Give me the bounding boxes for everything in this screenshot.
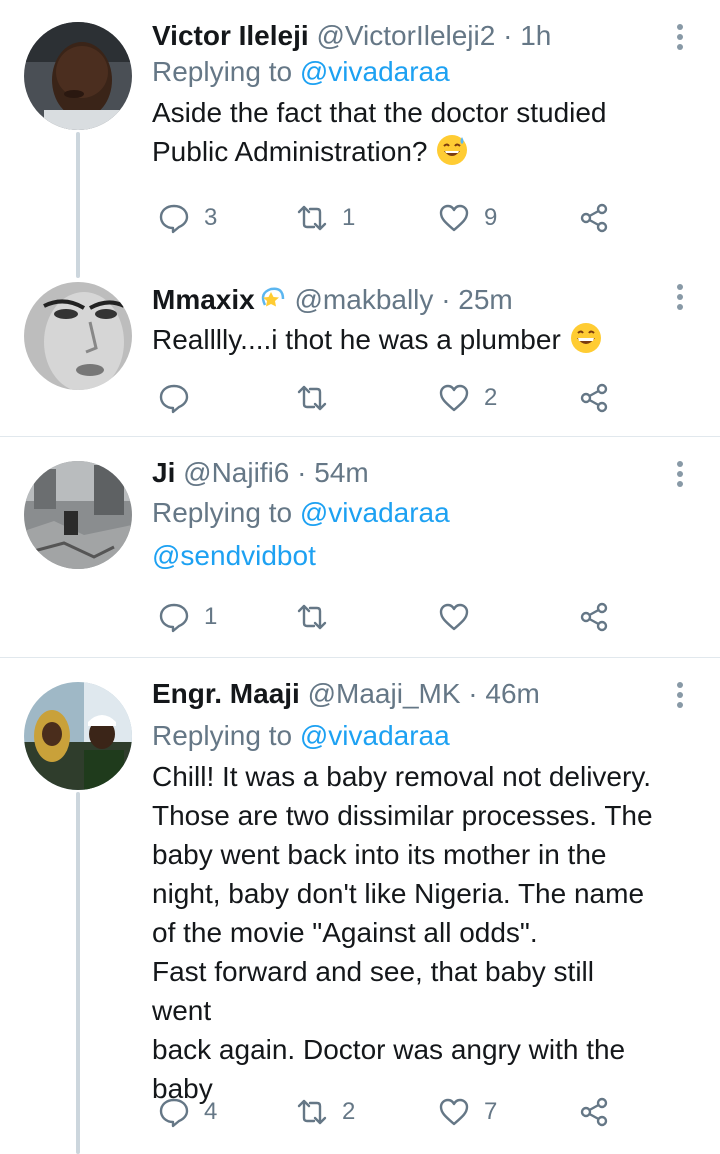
avatar[interactable] <box>24 282 132 390</box>
retweet-icon <box>297 205 327 231</box>
like-button[interactable]: 9 <box>438 198 497 238</box>
reply-bubble-icon <box>159 1098 189 1128</box>
tweet-text: Aside the fact that the doctor studied P… <box>152 97 607 167</box>
retweet-button[interactable]: 1 <box>296 198 355 238</box>
thread-line <box>76 132 80 278</box>
display-name[interactable]: Mmaxix <box>152 284 255 315</box>
reply-count: 4 <box>204 1098 218 1125</box>
display-name[interactable]: Ji <box>152 457 175 488</box>
handle[interactable]: @Najifi6 <box>183 457 289 488</box>
reply-button[interactable]: 4 <box>158 1092 217 1132</box>
tweet-text: Chill! It was a baby removal not deliver… <box>152 761 653 1104</box>
timestamp[interactable]: · 1h <box>503 20 551 51</box>
tweet-actions: 1 <box>152 597 652 637</box>
retweet-button[interactable] <box>296 597 342 637</box>
heart-icon <box>439 1098 469 1126</box>
retweet-button[interactable]: 2 <box>296 1092 355 1132</box>
share-icon <box>580 203 608 233</box>
share-icon <box>580 602 608 632</box>
tweet-header: Engr. Maaji @Maaji_MK · 46m <box>152 676 660 712</box>
share-icon <box>580 383 608 413</box>
tweet[interactable]: Mmaxix @makbally · 25m Realllly....i tho… <box>0 270 720 436</box>
avatar[interactable] <box>24 682 132 790</box>
more-vertical-icon[interactable] <box>670 461 690 491</box>
tweet-actions: 2 <box>152 378 652 418</box>
share-button[interactable] <box>578 198 610 238</box>
more-vertical-icon[interactable] <box>670 24 690 54</box>
reply-count: 1 <box>204 603 218 630</box>
tweet-header: Mmaxix @makbally · 25m <box>152 282 660 318</box>
tweet-header: Victor Ileleji @VictorIleleji2 · 1h <box>152 18 660 54</box>
more-vertical-icon[interactable] <box>670 284 690 314</box>
mention-link[interactable]: @vivadaraa <box>300 56 450 87</box>
reply-bubble-icon <box>159 204 189 234</box>
like-button[interactable]: 7 <box>438 1092 497 1132</box>
handle[interactable]: @makbally <box>295 284 434 315</box>
replying-to: Replying to @vivadaraa <box>152 497 450 528</box>
tweet-actions: 3 1 9 <box>152 198 652 238</box>
heart-icon <box>439 384 469 412</box>
dizzy-star-emoji <box>261 287 284 307</box>
tweet-text: @sendvidbot <box>152 536 660 575</box>
grinning-emoji <box>570 323 601 353</box>
reply-bubble-icon <box>159 384 189 414</box>
like-button[interactable]: 2 <box>438 378 497 418</box>
reply-button[interactable] <box>158 378 204 418</box>
tweet-header: Ji @Najifi6 · 54m <box>152 455 660 491</box>
like-button[interactable] <box>438 597 484 637</box>
more-vertical-icon[interactable] <box>670 682 690 712</box>
retweet-button[interactable] <box>296 378 342 418</box>
tweet-text: Realllly....i thot he was a plumber <box>152 320 660 359</box>
avatar[interactable] <box>24 22 132 130</box>
handle[interactable]: @VictorIleleji2 <box>316 20 495 51</box>
tweet-actions: 4 2 7 <box>152 1092 652 1132</box>
like-count: 7 <box>484 1098 498 1125</box>
share-button[interactable] <box>578 597 610 637</box>
handle[interactable]: @Maaji_MK <box>308 678 461 709</box>
display-name[interactable]: Engr. Maaji <box>152 678 300 709</box>
timestamp[interactable]: · 25m <box>441 284 513 315</box>
grinning-sweat-emoji <box>437 135 468 165</box>
like-count: 2 <box>484 384 498 411</box>
avatar[interactable] <box>24 461 132 569</box>
retweet-icon <box>297 1099 327 1125</box>
retweet-icon <box>297 604 327 630</box>
reply-button[interactable]: 1 <box>158 597 217 637</box>
retweet-count: 2 <box>342 1098 356 1125</box>
mention-link[interactable]: @vivadaraa <box>300 497 450 528</box>
reply-count: 3 <box>204 204 218 231</box>
heart-icon <box>439 204 469 232</box>
mention-link[interactable]: @sendvidbot <box>152 540 316 571</box>
heart-icon <box>439 603 469 631</box>
tweet[interactable]: Victor Ileleji @VictorIleleji2 · 1h Repl… <box>0 0 720 278</box>
reply-button[interactable]: 3 <box>158 198 217 238</box>
mention-link[interactable]: @vivadaraa <box>300 720 450 751</box>
reply-bubble-icon <box>159 603 189 633</box>
share-button[interactable] <box>578 1092 610 1132</box>
replying-to: Replying to @vivadaraa <box>152 720 450 751</box>
replying-to: Replying to @vivadaraa <box>152 56 450 87</box>
thread-line <box>76 792 80 1154</box>
tweet[interactable]: Ji @Najifi6 · 54m Replying to @vivadaraa… <box>0 437 720 657</box>
timestamp[interactable]: · 46m <box>468 678 540 709</box>
display-name[interactable]: Victor Ileleji <box>152 20 309 51</box>
share-icon <box>580 1097 608 1127</box>
tweet[interactable]: Engr. Maaji @Maaji_MK · 46m Replying to … <box>0 658 720 1154</box>
retweet-count: 1 <box>342 204 356 231</box>
like-count: 9 <box>484 204 498 231</box>
timestamp[interactable]: · 54m <box>297 457 369 488</box>
retweet-icon <box>297 385 327 411</box>
share-button[interactable] <box>578 378 610 418</box>
